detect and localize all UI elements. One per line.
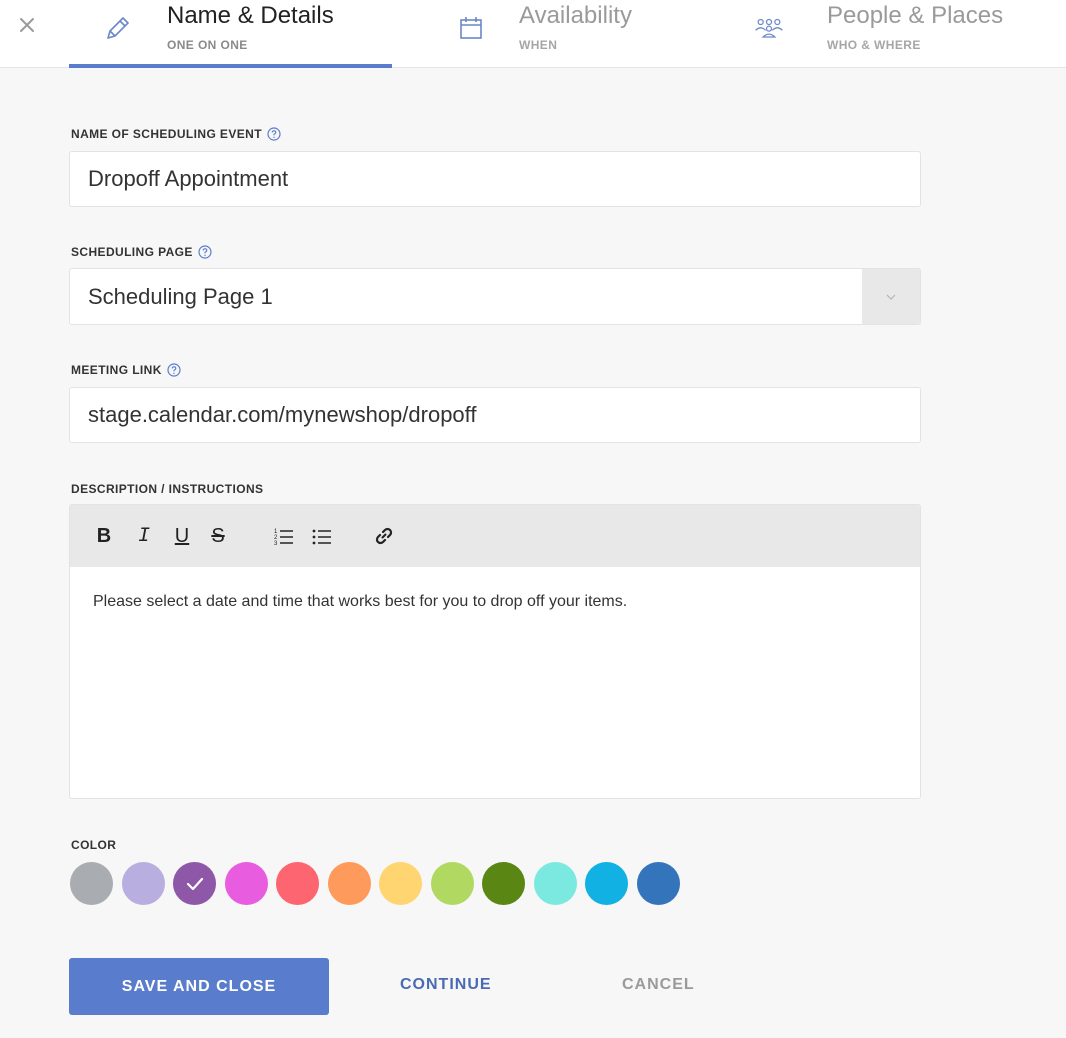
close-icon <box>20 18 34 32</box>
tab-subtitle: ONE ON ONE <box>167 38 248 52</box>
pencil-icon <box>107 17 129 39</box>
continue-button[interactable]: CONTINUE <box>400 976 492 994</box>
tab-availability[interactable]: Availability WHEN <box>440 0 710 68</box>
scheduling-page-value: Scheduling Page 1 <box>88 284 273 309</box>
link-button[interactable] <box>372 524 396 548</box>
color-label: COLOR <box>71 838 117 852</box>
color-swatch[interactable] <box>533 862 577 905</box>
save-and-close-button[interactable]: SAVE AND CLOSE <box>69 958 329 1015</box>
check-icon <box>186 877 203 890</box>
link-icon <box>375 527 393 545</box>
tab-title: Name & Details <box>167 2 334 29</box>
bold-button[interactable]: B <box>92 524 116 548</box>
strikethrough-button[interactable]: S <box>206 524 230 548</box>
step-navigation: Name & Details ONE ON ONE Availability W… <box>0 0 1066 68</box>
ordered-list-button[interactable]: 1 2 3 <box>272 524 296 548</box>
scheduling-page-label: SCHEDULING PAGE <box>71 245 212 259</box>
event-name-label: NAME OF SCHEDULING EVENT <box>71 127 281 141</box>
active-tab-indicator <box>69 64 392 68</box>
bullet-list-button[interactable] <box>310 524 334 548</box>
meeting-link-label: MEETING LINK <box>71 363 181 377</box>
color-swatch[interactable] <box>379 862 422 905</box>
tab-title: Availability <box>519 2 632 29</box>
description-editor: B I U S 1 2 3 Please select a date and t… <box>69 504 921 799</box>
color-swatch[interactable] <box>636 862 680 905</box>
color-swatch[interactable] <box>430 862 474 905</box>
tab-subtitle: WHEN <box>519 38 558 52</box>
tab-people-places[interactable]: People & Places WHO & WHERE <box>740 0 1066 68</box>
description-text[interactable]: Please select a date and time that works… <box>93 593 627 611</box>
help-icon[interactable] <box>267 127 281 141</box>
color-swatch[interactable] <box>224 862 268 905</box>
cancel-button[interactable]: CANCEL <box>622 976 695 994</box>
tab-title: People & Places <box>827 2 1004 29</box>
event-name-input[interactable]: Dropoff Appointment <box>69 151 921 207</box>
color-swatch[interactable] <box>70 862 113 905</box>
tab-subtitle: WHO & WHERE <box>827 38 921 52</box>
color-swatch[interactable] <box>327 862 371 905</box>
calendar-icon <box>460 17 482 39</box>
ordered-list-icon: 1 2 3 <box>274 529 293 545</box>
color-swatch[interactable] <box>585 862 628 905</box>
help-icon[interactable] <box>198 245 212 259</box>
help-icon[interactable] <box>167 363 181 377</box>
bullet-list-icon <box>312 529 331 545</box>
description-label: DESCRIPTION / INSTRUCTIONS <box>71 482 264 496</box>
color-swatch[interactable] <box>276 862 319 905</box>
svg-text:3: 3 <box>274 541 278 545</box>
color-swatch[interactable] <box>121 862 165 905</box>
color-swatch-selected[interactable] <box>173 862 216 905</box>
chevron-down-icon <box>886 294 896 300</box>
close-button[interactable] <box>12 10 42 40</box>
people-icon <box>755 18 783 38</box>
italic-button[interactable]: I <box>132 524 156 548</box>
tab-name-details[interactable]: Name & Details ONE ON ONE <box>69 0 392 68</box>
scheduling-page-select[interactable]: Scheduling Page 1 <box>69 268 921 325</box>
underline-button[interactable]: U <box>170 524 194 548</box>
color-swatch[interactable] <box>482 862 525 905</box>
select-arrow[interactable] <box>862 269 920 324</box>
meeting-link-input[interactable]: stage.calendar.com/mynewshop/dropoff <box>69 387 921 443</box>
editor-toolbar: B I U S 1 2 3 <box>70 505 920 567</box>
